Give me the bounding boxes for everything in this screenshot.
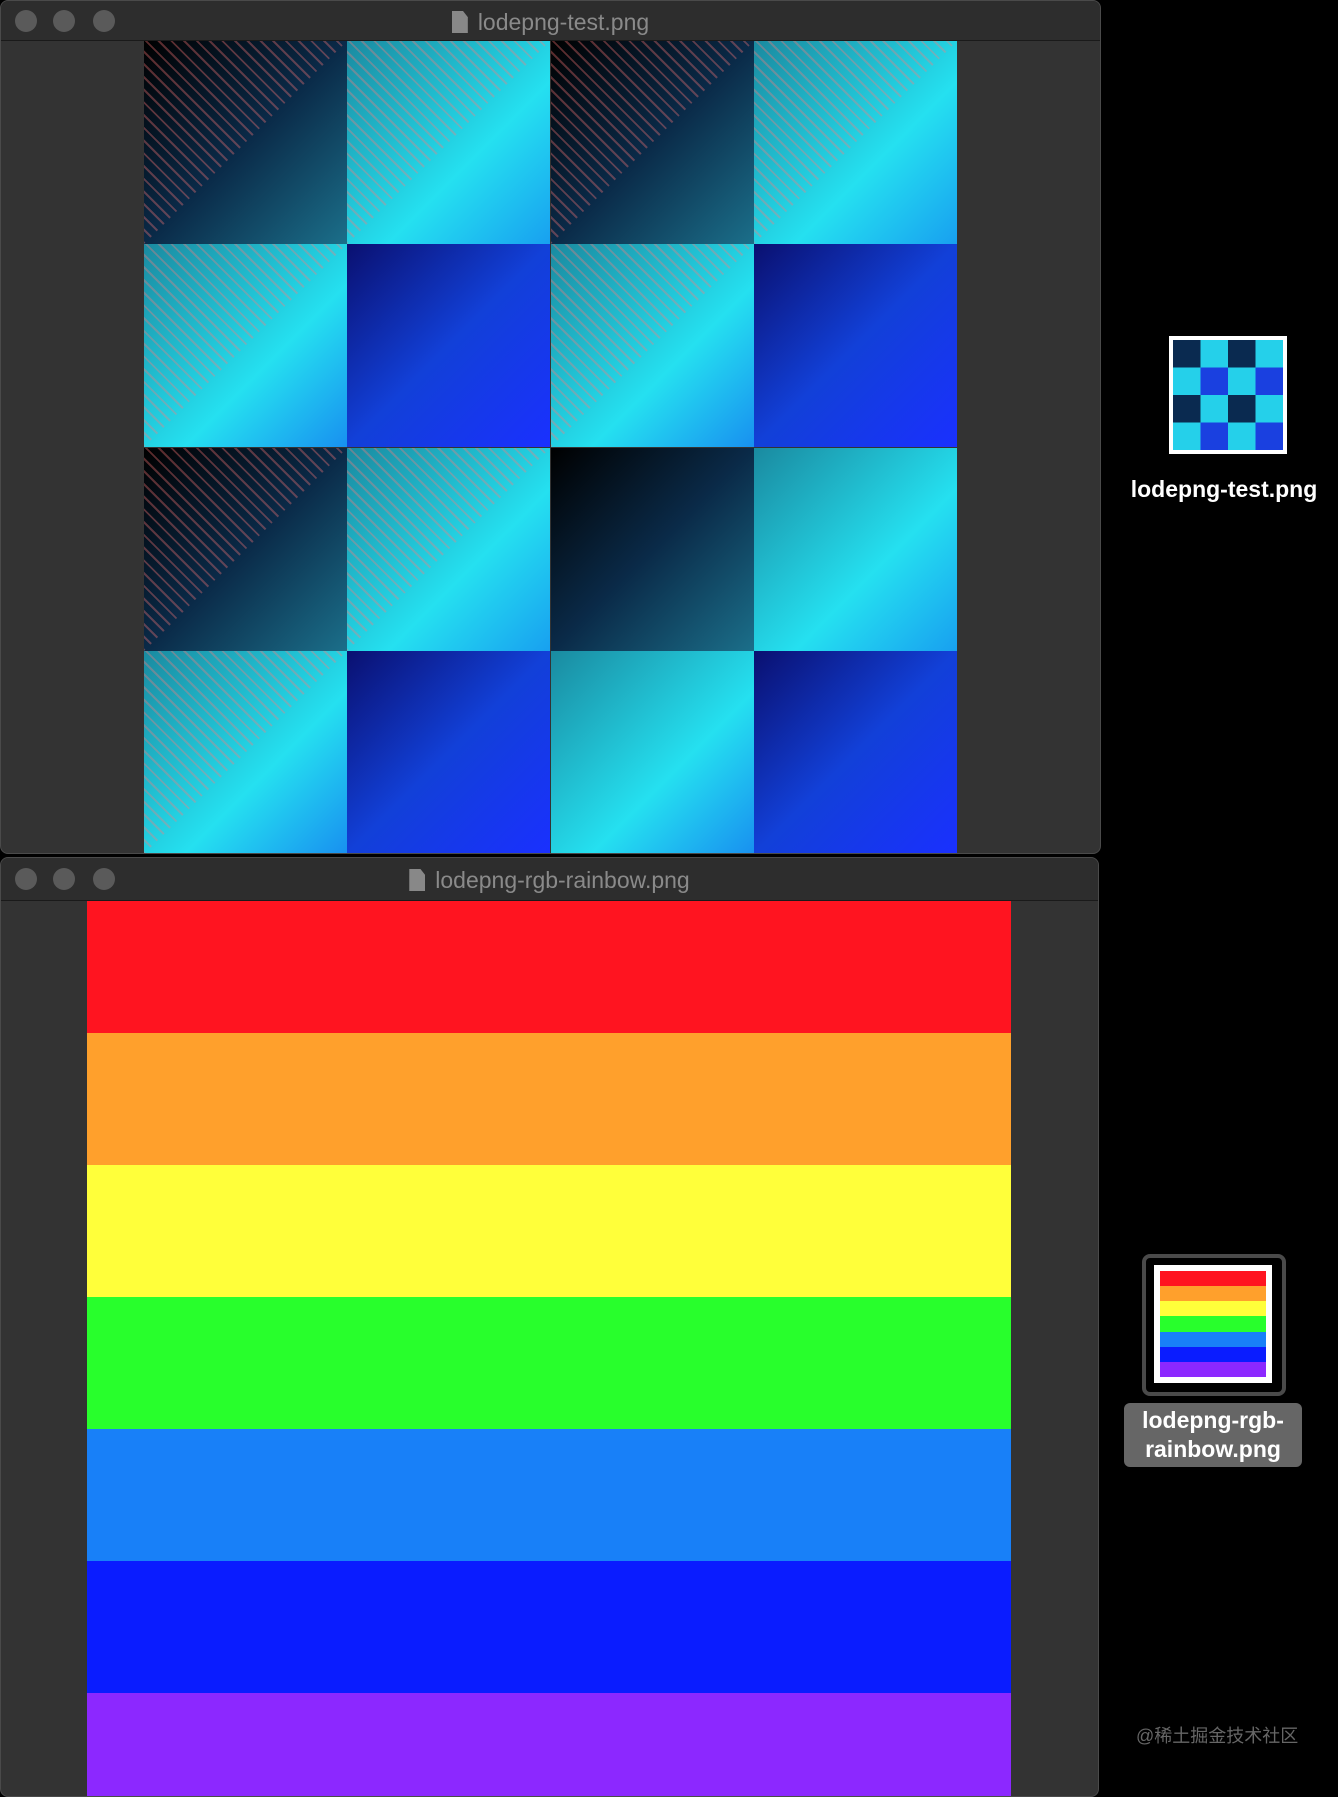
title-bar[interactable]: lodepng-rgb-rainbow.png [1,858,1098,901]
icon-label: lodepng-test.png [1130,476,1318,502]
rainbow-stripe [87,1429,1011,1561]
document-icon [451,11,468,33]
rainbow-stripe [87,1561,1011,1693]
thumb-stripe [1160,1331,1266,1347]
title-bar[interactable]: lodepng-test.png [1,1,1100,41]
thumb-stripe [1160,1271,1266,1287]
icon-label: lodepng-rgb-rainbow.png [1124,1403,1302,1467]
rainbow-thumbnail [1154,1265,1272,1383]
thumb-stripe [1160,1346,1266,1362]
rainbow-stripe [87,1297,1011,1429]
rainbow-stripe [87,1165,1011,1297]
rainbow-stripe [87,1693,1011,1796]
window-title: lodepng-rgb-rainbow.png [435,867,690,893]
rainbow-stripe [87,1033,1011,1165]
watermark: @稀土掘金技术社区 [1136,1726,1299,1746]
thumb-stripe [1160,1286,1266,1302]
test-thumbnail [1169,336,1287,454]
window-title: lodepng-test.png [477,9,650,35]
image-canvas [144,41,957,853]
image-window-test[interactable]: lodepng-test.png [0,0,1101,854]
image-window-rainbow[interactable]: lodepng-rgb-rainbow.png [0,857,1099,1797]
rainbow-stripe [87,901,1011,1033]
document-icon [409,869,426,891]
thumb-stripe [1160,1316,1266,1332]
thumb-stripe [1160,1301,1266,1317]
thumb-stripe [1160,1361,1266,1377]
